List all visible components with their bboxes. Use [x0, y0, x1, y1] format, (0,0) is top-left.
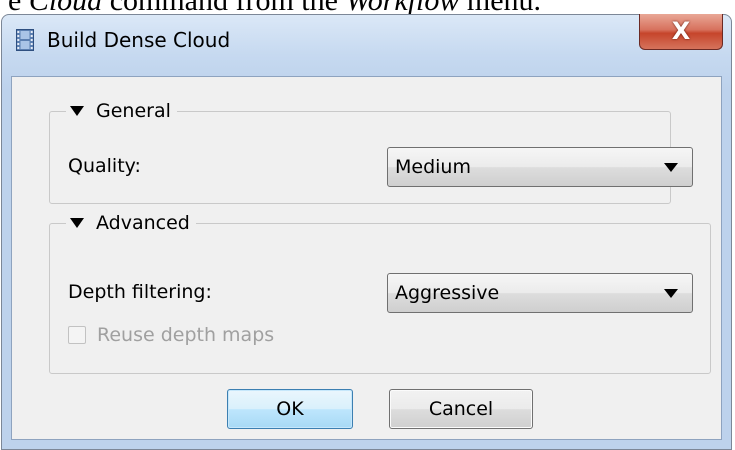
film-strip-icon — [16, 29, 34, 51]
reuse-depth-maps-checkbox[interactable] — [68, 326, 86, 344]
depth-filtering-select[interactable]: Aggressive — [387, 273, 693, 313]
quality-label: Quality: — [68, 155, 141, 177]
build-dense-cloud-dialog: Build Dense Cloud X General Quality: Med… — [1, 14, 732, 450]
reuse-depth-maps-row: Reuse depth maps — [68, 324, 274, 346]
depth-filtering-label: Depth filtering: — [68, 281, 212, 303]
collapse-triangle-icon — [70, 218, 84, 228]
general-section-header[interactable]: General — [66, 100, 177, 122]
depth-filtering-selected-value: Aggressive — [395, 282, 500, 304]
quality-selected-value: Medium — [395, 156, 471, 178]
quality-select[interactable]: Medium — [387, 147, 693, 187]
window-title: Build Dense Cloud — [47, 28, 231, 52]
advanced-section-label: Advanced — [96, 212, 190, 234]
ok-button[interactable]: OK — [227, 389, 353, 429]
advanced-section-header[interactable]: Advanced — [66, 212, 196, 234]
dialog-client-area: General Quality: Medium Advanced Depth f… — [11, 76, 722, 440]
title-bar[interactable]: Build Dense Cloud X — [2, 14, 731, 75]
close-button[interactable]: X — [639, 14, 723, 50]
chevron-down-icon — [664, 289, 678, 298]
chevron-down-icon — [664, 163, 678, 172]
cancel-button[interactable]: Cancel — [389, 389, 533, 429]
close-icon: X — [671, 17, 691, 45]
general-section-label: General — [96, 100, 171, 122]
reuse-depth-maps-label: Reuse depth maps — [97, 324, 275, 346]
collapse-triangle-icon — [70, 106, 84, 116]
